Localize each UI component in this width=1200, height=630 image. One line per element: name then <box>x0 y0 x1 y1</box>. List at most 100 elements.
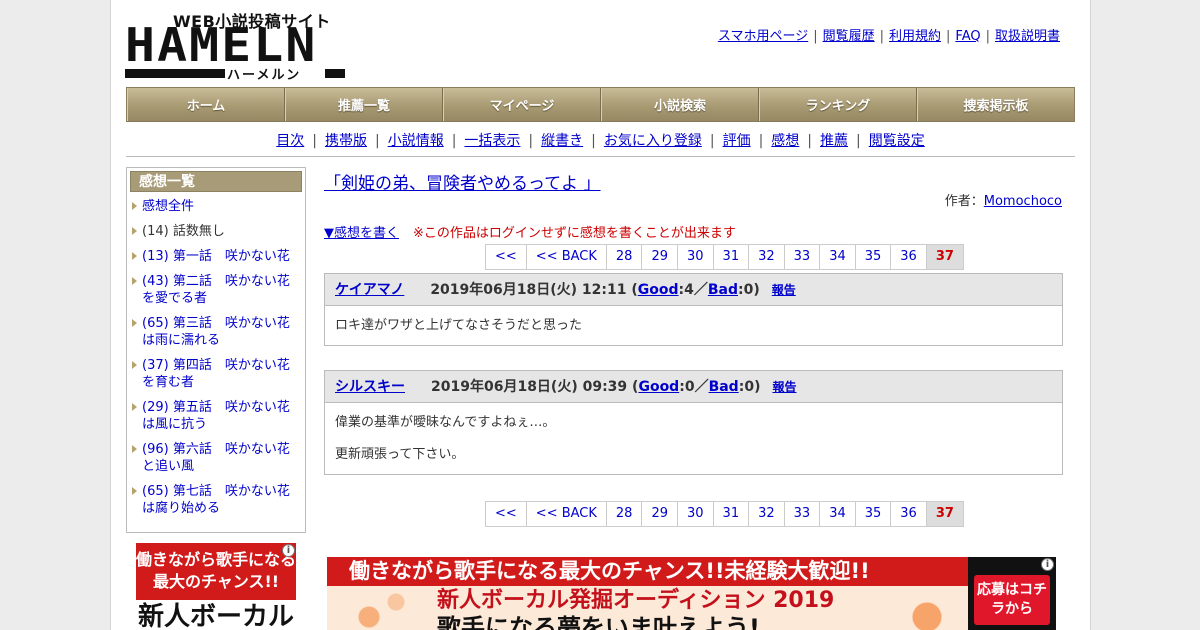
subnav-mobile[interactable]: 携帯版 <box>325 133 367 149</box>
pager-page[interactable]: 31 <box>714 245 750 269</box>
pager-back[interactable]: << BACK <box>527 245 607 269</box>
side-ad-subline: 新人ボーカル <box>137 602 294 630</box>
pager-first[interactable]: << <box>486 245 527 269</box>
pager-page[interactable]: 34 <box>820 245 856 269</box>
sidebar-title: 感想一覧 <box>130 171 302 192</box>
nav-recommendations[interactable]: 推薦一覧 <box>285 88 443 121</box>
subnav-info[interactable]: 小説情報 <box>388 133 444 149</box>
sidebar-link-ch4[interactable]: (37) 第四話 咲かない花を育む者 <box>142 358 290 390</box>
sidebar-item: (13) 第一話 咲かない花 <box>130 248 302 265</box>
nav-ranking[interactable]: ランキング <box>759 88 917 121</box>
pager-current: 37 <box>926 245 963 269</box>
comment-text: ロキ達がワザと上げてなさそうだと思った <box>335 318 583 333</box>
banner-ad-subline: 新人ボーカル発掘オーディション 2019 <box>437 588 835 613</box>
comment-user[interactable]: シルスキー <box>335 379 405 395</box>
subnav-rating[interactable]: 評価 <box>723 133 751 149</box>
toplink-terms[interactable]: 利用規約 <box>889 29 941 44</box>
comment-header: シルスキー 2019年06月18日(火) 09:39 (Good:0／Bad:0)… <box>325 371 1062 403</box>
bullet-icon <box>132 403 137 411</box>
ad-info-icon[interactable]: i <box>1041 558 1054 571</box>
banner-ad[interactable]: 働きながら歌手になる最大のチャンス!!未経験大歓迎!! 新人ボーカル発掘オーディ… <box>327 557 1056 630</box>
bad-link[interactable]: Bad <box>709 379 739 395</box>
pager-page[interactable]: 32 <box>749 245 785 269</box>
pager-page[interactable]: 28 <box>607 245 643 269</box>
subnav-all[interactable]: 一括表示 <box>464 133 520 149</box>
subnav-settings[interactable]: 閲覧設定 <box>869 133 925 149</box>
bullet-icon <box>132 277 137 285</box>
comment-body: ロキ達がワザと上げてなさそうだと思った <box>325 306 1062 345</box>
toplink-smartphone[interactable]: スマホ用ページ <box>718 29 808 44</box>
comment-body: 偉業の基準が曖昧なんですよねぇ…。 更新頑張って下さい。 <box>325 403 1062 474</box>
toplink-manual[interactable]: 取扱説明書 <box>995 29 1060 44</box>
pager-page[interactable]: 29 <box>642 245 678 269</box>
ad-info-icon[interactable]: i <box>282 544 295 557</box>
subnav-comments[interactable]: 感想 <box>771 133 799 149</box>
nav-home[interactable]: ホーム <box>127 88 285 121</box>
subnav-toc[interactable]: 目次 <box>276 133 304 149</box>
toplink-faq[interactable]: FAQ <box>955 29 980 44</box>
comment-date: 2019年06月18日(火) 12:11 <box>430 282 627 298</box>
pager-page[interactable]: 35 <box>856 502 892 526</box>
sidebar-item: (29) 第五話 咲かない花は風に抗う <box>130 399 302 433</box>
sidebar-link-ch2[interactable]: (43) 第二話 咲かない花を愛でる者 <box>142 274 290 306</box>
pager-page[interactable]: 31 <box>714 502 750 526</box>
pager-current: 37 <box>926 502 963 526</box>
bad-count: 0 <box>743 282 754 298</box>
pager-page[interactable]: 35 <box>856 245 892 269</box>
report-link[interactable]: 報告 <box>772 283 796 297</box>
pager-page[interactable]: 30 <box>678 245 714 269</box>
pager-page[interactable]: 30 <box>678 502 714 526</box>
sidebar-link-ch5[interactable]: (29) 第五話 咲かない花は風に抗う <box>142 400 290 432</box>
nav-mypage[interactable]: マイページ <box>443 88 601 121</box>
side-ad[interactable]: 働きながら歌手になる最大のチャンス!! 新人ボーカル <box>136 543 296 630</box>
comment-user[interactable]: ケイアマノ <box>335 282 404 298</box>
nav-board[interactable]: 捜索掲示板 <box>917 88 1074 121</box>
pager-page[interactable]: 34 <box>820 502 856 526</box>
sidebar-item: (65) 第七話 咲かない花は腐り始める <box>130 483 302 517</box>
separator: | <box>985 29 990 44</box>
author-link[interactable]: Momochoco <box>984 194 1062 209</box>
pager-first[interactable]: << <box>486 502 527 526</box>
sidebar-link-ch7[interactable]: (65) 第七話 咲かない花は腐り始める <box>142 484 290 516</box>
report-link[interactable]: 報告 <box>772 380 796 394</box>
pager-page[interactable]: 36 <box>891 245 927 269</box>
write-comment-link[interactable]: ▼感想を書く <box>324 226 399 241</box>
good-count: 0 <box>684 379 695 395</box>
sidebar-link-ch6[interactable]: (96) 第六話 咲かない花と追い風 <box>142 442 290 474</box>
subnav-favorite[interactable]: お気に入り登録 <box>604 133 702 149</box>
author-label: 作者： <box>944 194 984 209</box>
nav-search[interactable]: 小説検索 <box>601 88 759 121</box>
toplink-history[interactable]: 閲覧履歴 <box>823 29 875 44</box>
pager-page[interactable]: 33 <box>785 245 821 269</box>
sidebar-item: (96) 第六話 咲かない花と追い風 <box>130 441 302 475</box>
pager-page[interactable]: 29 <box>642 502 678 526</box>
banner-ad-headline: 働きながら歌手になる最大のチャンス!!未経験大歓迎!! <box>327 557 968 586</box>
sidebar-item: (43) 第二話 咲かない花を愛でる者 <box>130 273 302 307</box>
good-link[interactable]: Good <box>638 282 679 298</box>
comment: ケイアマノ 2019年06月18日(火) 12:11 (Good:4／Bad:0)… <box>324 273 1063 346</box>
good-count: 4 <box>684 282 694 298</box>
subnav-vertical[interactable]: 縦書き <box>541 133 583 149</box>
sidebar-item: (65) 第三話 咲かない花は雨に濡れる <box>130 315 302 349</box>
pager-page[interactable]: 32 <box>749 502 785 526</box>
sidebar: 感想一覧 感想全件 (14) 話数無し (13) 第一話 咲かない花 (43) … <box>126 167 306 533</box>
bad-link[interactable]: Bad <box>708 282 738 298</box>
banner-ad-cta-button[interactable]: 応募はコチラから <box>974 575 1050 625</box>
sidebar-link-all[interactable]: 感想全件 <box>142 199 194 214</box>
pager-page[interactable]: 33 <box>785 502 821 526</box>
bullet-icon <box>132 361 137 369</box>
pager-page[interactable]: 36 <box>891 502 927 526</box>
pager-page[interactable]: 28 <box>607 502 643 526</box>
top-links: スマホ用ページ | 閲覧履歴 | 利用規約 | FAQ | 取扱説明書 <box>718 25 1060 44</box>
sidebar-link-ch3[interactable]: (65) 第三話 咲かない花は雨に濡れる <box>142 316 290 348</box>
subnav-recommend[interactable]: 推薦 <box>820 133 848 149</box>
pager-back[interactable]: << BACK <box>527 502 607 526</box>
page: WEB小説投稿サイト HAMELN ハーメルン スマホ用ページ | 閲覧履歴 | 利用規… <box>110 0 1091 630</box>
logo-underline-end <box>325 69 345 78</box>
ad-decoration <box>333 587 423 630</box>
site-logo[interactable]: WEB小説投稿サイト HAMELN ハーメルン <box>125 8 347 83</box>
good-link[interactable]: Good <box>638 379 679 395</box>
comment-date: 2019年06月18日(火) 09:39 <box>431 379 628 395</box>
sidebar-link-ch1[interactable]: (13) 第一話 咲かない花 <box>142 249 290 264</box>
work-title[interactable]: 「剣姫の弟、冒険者やめるってよ 」 <box>324 169 601 194</box>
